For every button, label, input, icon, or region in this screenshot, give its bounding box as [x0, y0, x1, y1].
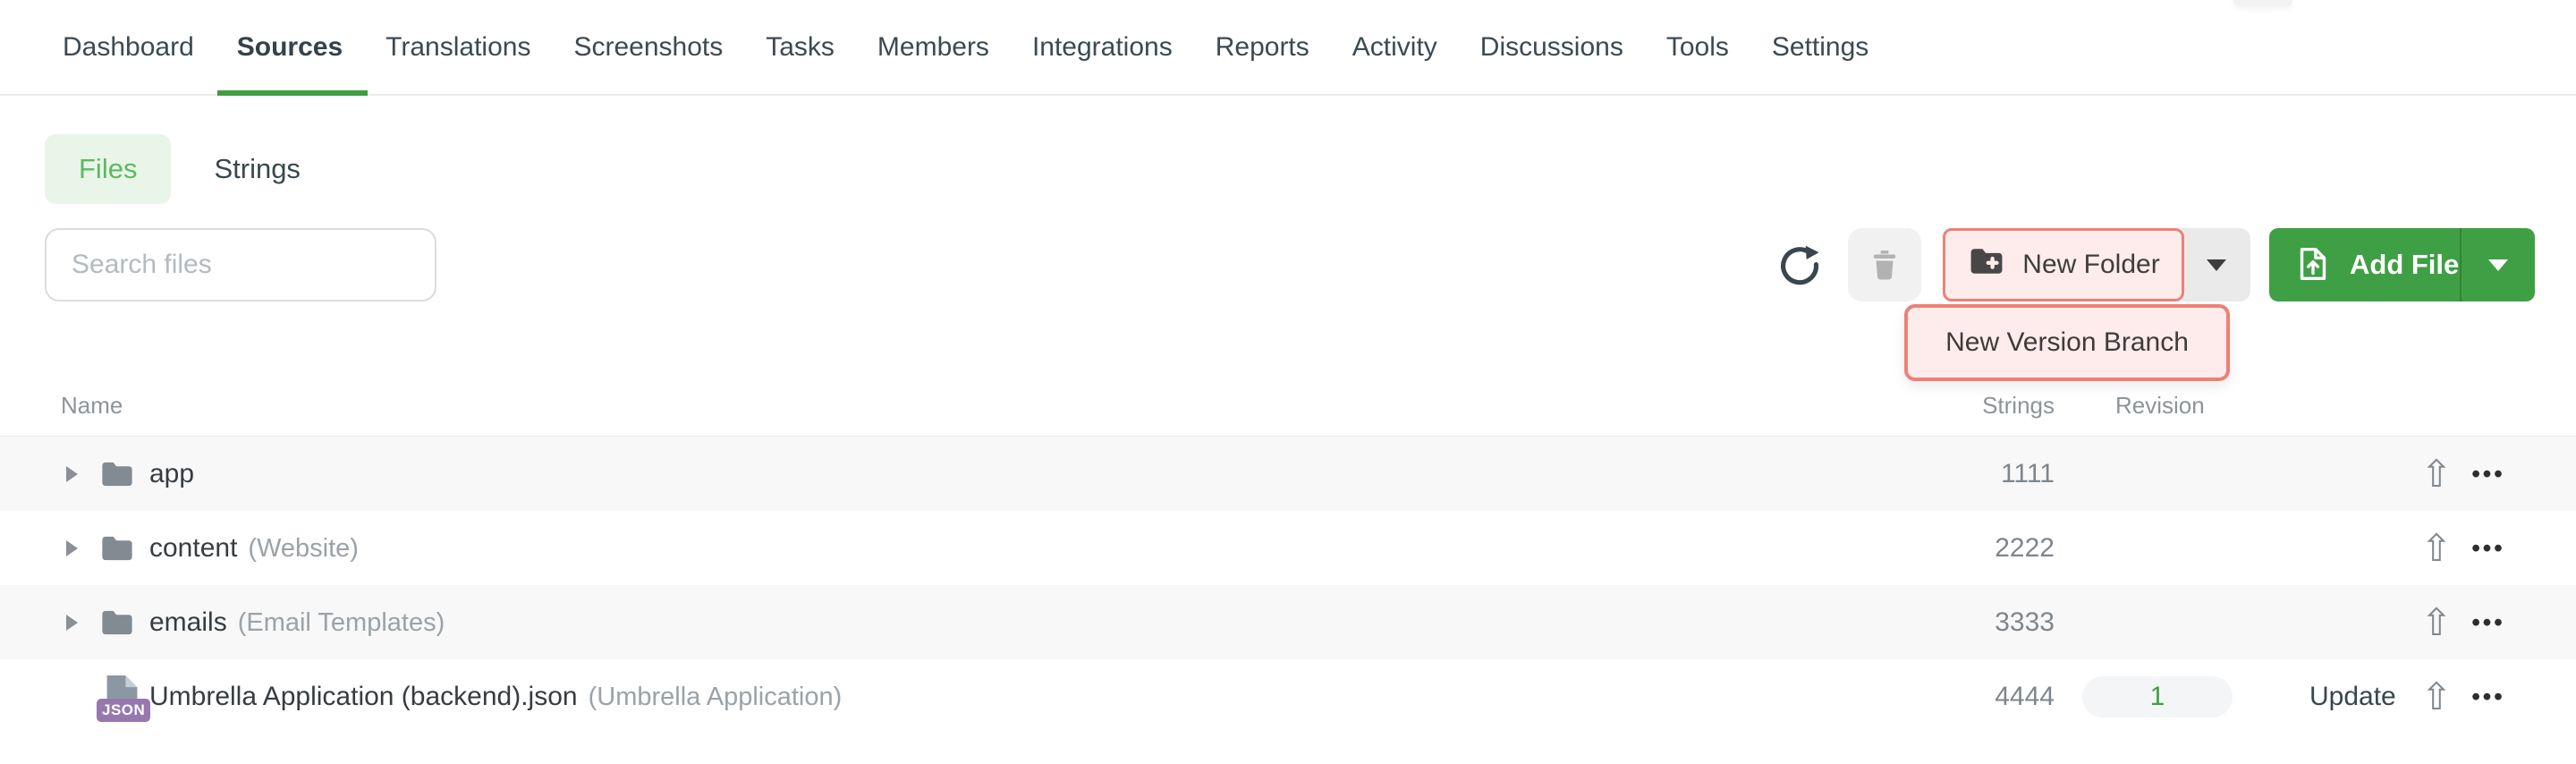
new-folder-label: New Folder	[2022, 250, 2159, 280]
strings-count: 2222	[1995, 533, 2055, 564]
tab-files[interactable]: Files	[45, 134, 171, 204]
file-note: (Umbrella Application)	[589, 683, 843, 711]
row-expander-icon[interactable]	[66, 540, 78, 556]
column-header-strings: Strings	[1982, 392, 2055, 420]
upload-icon[interactable]	[2415, 530, 2458, 567]
nav-item-activity[interactable]: Activity	[1352, 0, 1437, 94]
folder-name[interactable]: content (Website)	[149, 533, 359, 564]
folder-icon	[97, 604, 138, 641]
files-toolbar: New Folder Add File	[0, 228, 2576, 301]
search-input[interactable]	[45, 228, 436, 301]
new-folder-dropdown-menu: New Version Branch	[1904, 304, 2230, 381]
folder-name[interactable]: app	[149, 459, 194, 489]
caret-down-icon	[2488, 259, 2508, 271]
menu-item-new-version-branch[interactable]: New Version Branch	[1904, 304, 2230, 381]
nav-item-tasks[interactable]: Tasks	[766, 0, 835, 94]
table-row: emails (Email Templates) 3333	[0, 585, 2576, 659]
nav-item-sources[interactable]: Sources	[237, 0, 343, 94]
folder-note: (Email Templates)	[238, 608, 445, 637]
file-upload-icon	[2292, 243, 2334, 287]
new-folder-button[interactable]: New Folder	[1943, 228, 2184, 301]
folder-icon	[97, 530, 138, 567]
column-header-name: Name	[61, 392, 123, 420]
refresh-icon	[1775, 279, 1824, 293]
nav-item-settings[interactable]: Settings	[1772, 0, 1868, 94]
sources-page: Dashboard Sources Translations Screensho…	[0, 0, 2576, 764]
folder-note: (Website)	[248, 534, 359, 563]
folder-icon	[97, 455, 138, 493]
nav-item-integrations[interactable]: Integrations	[1032, 0, 1173, 94]
folder-name-text: emails	[149, 607, 227, 637]
table-row: content (Website) 2222	[0, 511, 2576, 585]
strings-count: 4444	[1995, 682, 2055, 712]
nav-item-reports[interactable]: Reports	[1216, 0, 1309, 94]
table-header: Name Strings Revision	[0, 392, 2576, 422]
add-file-button[interactable]: Add File	[2269, 228, 2535, 301]
more-icon[interactable]	[2465, 608, 2512, 636]
table-row: app 1111	[0, 437, 2576, 511]
files-strings-tabs: Files Strings	[45, 134, 301, 204]
row-expander-icon[interactable]	[66, 466, 78, 482]
table-row: JSON Umbrella Application (backend).json…	[0, 659, 2576, 734]
add-file-dropdown-toggle[interactable]	[2462, 228, 2535, 301]
more-icon[interactable]	[2465, 460, 2512, 488]
nav-item-members[interactable]: Members	[877, 0, 989, 94]
upload-icon[interactable]	[2415, 678, 2458, 716]
strings-count: 3333	[1995, 607, 2055, 638]
delete-button[interactable]	[1848, 228, 1921, 301]
folder-name-text: content	[149, 533, 237, 563]
nav-item-dashboard[interactable]: Dashboard	[63, 0, 194, 94]
nav-item-tools[interactable]: Tools	[1666, 0, 1729, 94]
file-name-text: Umbrella Application (backend).json	[149, 682, 578, 711]
nav-item-screenshots[interactable]: Screenshots	[573, 0, 723, 94]
folder-plus-icon	[1967, 242, 2006, 288]
refresh-button[interactable]	[1775, 242, 1824, 290]
nav-item-discussions[interactable]: Discussions	[1480, 0, 1623, 94]
revision-badge[interactable]: 1	[2082, 676, 2233, 717]
folder-name[interactable]: emails (Email Templates)	[149, 607, 445, 638]
file-name[interactable]: Umbrella Application (backend).json (Umbr…	[149, 682, 842, 712]
strings-count: 1111	[2001, 459, 2055, 489]
new-folder-dropdown-toggle[interactable]	[2182, 228, 2250, 301]
files-table: app 1111 content (Website) 2222	[0, 436, 2576, 734]
row-expander-icon[interactable]	[66, 615, 78, 631]
add-file-label: Add File	[2350, 249, 2459, 281]
more-icon[interactable]	[2465, 534, 2512, 562]
project-nav: Dashboard Sources Translations Screensho…	[0, 0, 2576, 96]
caret-down-icon	[2207, 259, 2226, 271]
upload-icon[interactable]	[2415, 604, 2458, 641]
json-file-icon: JSON	[104, 675, 140, 718]
upload-icon[interactable]	[2415, 455, 2458, 493]
tab-strings[interactable]: Strings	[214, 153, 300, 185]
column-header-revision: Revision	[2115, 392, 2205, 420]
nav-item-translations[interactable]: Translations	[386, 0, 530, 94]
more-icon[interactable]	[2465, 683, 2512, 710]
update-link[interactable]: Update	[2309, 682, 2396, 712]
file-type-badge: JSON	[97, 699, 150, 722]
trash-icon	[1866, 245, 1903, 285]
